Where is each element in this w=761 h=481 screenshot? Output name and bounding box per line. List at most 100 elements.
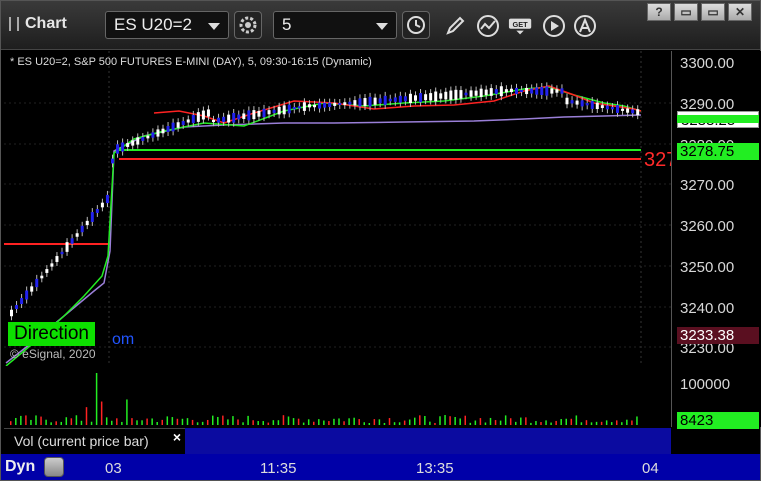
window-title-text: Chart — [25, 15, 67, 32]
candle-body — [141, 137, 145, 141]
volume-bar — [40, 416, 42, 425]
volume-bar — [227, 419, 229, 425]
volume-bar — [424, 416, 426, 425]
direction-label: Direction — [8, 322, 95, 346]
volume-bar — [626, 419, 628, 425]
candle-body — [575, 100, 579, 105]
volume-bar — [80, 420, 83, 425]
candle-body — [257, 110, 261, 117]
volume-bar — [363, 422, 365, 425]
candle-body — [222, 116, 226, 122]
volume-bar — [166, 416, 169, 425]
candle-body — [368, 96, 372, 107]
candle-body — [489, 88, 493, 96]
volume-bar — [65, 417, 68, 425]
alert-button[interactable] — [572, 13, 598, 39]
candle-body — [403, 96, 407, 102]
candle-body — [206, 109, 210, 117]
candle-body — [464, 92, 468, 96]
volume-bar — [469, 422, 472, 425]
volume-bar — [398, 422, 401, 425]
help-button[interactable]: ? — [647, 3, 671, 21]
volume-bar — [146, 418, 148, 425]
candle-body — [318, 102, 322, 109]
candle-body — [242, 113, 246, 119]
volume-bar — [383, 422, 386, 425]
toolbar: Chart ES U20=2 5 GET ? ▭ ▭ ✕ — [1, 1, 760, 50]
candle-body — [191, 114, 195, 124]
candle-body — [333, 102, 337, 106]
volume-bar — [509, 418, 512, 425]
volume-study-name: Vol (current price bar) — [14, 433, 149, 449]
volume-bar — [116, 418, 118, 425]
candle-body — [90, 212, 94, 222]
candle-body — [277, 106, 281, 115]
partial-link-text: om — [112, 331, 135, 348]
volume-bar — [636, 416, 638, 425]
volume-bar — [449, 416, 451, 425]
volume-bar — [126, 399, 128, 425]
volume-bar — [403, 420, 406, 425]
green-price-tag: 3278.75 — [677, 143, 759, 160]
candle-body — [247, 110, 251, 121]
candle-body — [121, 142, 125, 152]
volume-bar — [100, 401, 103, 425]
candle-body — [429, 93, 433, 101]
candle-body — [419, 93, 423, 103]
get-button[interactable]: GET — [508, 13, 534, 39]
volume-chart-svg — [10, 373, 638, 425]
price-axis[interactable]: 3300.00 3290.00 3280.00 3270.00 3260.00 … — [671, 51, 761, 429]
volume-bar — [206, 419, 209, 425]
candle-body — [111, 158, 114, 164]
volume-bar — [358, 419, 360, 425]
volume-bar — [535, 421, 537, 425]
volume-bar — [610, 422, 613, 425]
candle-body — [237, 114, 241, 120]
volume-bar — [161, 419, 163, 425]
volume-bar — [343, 421, 345, 425]
volume-bar — [121, 421, 123, 425]
volume-plot[interactable] — [4, 369, 671, 427]
clock-button[interactable] — [402, 11, 430, 39]
candle-body — [494, 89, 498, 95]
candle-body — [388, 98, 392, 102]
candle-body — [540, 87, 544, 95]
symbol-select[interactable]: ES U20=2 — [105, 11, 229, 39]
restore-button[interactable]: ▭ — [674, 3, 698, 21]
draw-tool-button[interactable] — [442, 13, 468, 39]
time-axis[interactable]: Dyn 03 11:35 13:35 04 — [1, 454, 760, 480]
close-icon: ✕ — [734, 5, 746, 19]
candle-body — [434, 91, 438, 102]
volume-bar — [287, 416, 290, 425]
candle-body — [95, 209, 99, 213]
y-tick: 3270.00 — [680, 177, 735, 194]
candle-body — [166, 126, 170, 132]
candle-body — [232, 112, 236, 123]
volume-bar — [282, 415, 285, 425]
candle-body — [307, 104, 311, 108]
candle-body — [570, 100, 574, 104]
maximize-button[interactable]: ▭ — [701, 3, 725, 21]
function-button[interactable] — [44, 457, 64, 477]
candle-body — [585, 103, 589, 106]
close-button[interactable]: ✕ — [728, 3, 752, 21]
x-tick: 11:35 — [260, 460, 297, 477]
price-plot[interactable]: * ES U20=2, S&P 500 FUTURES E-MINI (DAY)… — [4, 51, 677, 366]
volume-bar — [237, 419, 239, 425]
study-button[interactable] — [475, 13, 501, 39]
candle-body — [605, 105, 609, 110]
candle-body — [373, 97, 377, 105]
settings-button[interactable] — [234, 11, 262, 39]
candle-body — [35, 278, 39, 288]
study-bar-fill — [185, 428, 671, 454]
candle-body — [479, 88, 483, 97]
candle-body — [600, 105, 604, 109]
close-study-icon[interactable]: × — [173, 429, 181, 445]
candle-body — [131, 140, 135, 146]
volume-bar — [196, 422, 199, 425]
candle-body — [126, 143, 130, 147]
play-button[interactable] — [541, 13, 567, 39]
interval-select[interactable]: 5 — [273, 11, 397, 39]
chart-window: Chart ES U20=2 5 GET ? ▭ ▭ ✕ * ES U20=2,… — [0, 0, 761, 481]
candle-body — [100, 202, 104, 208]
